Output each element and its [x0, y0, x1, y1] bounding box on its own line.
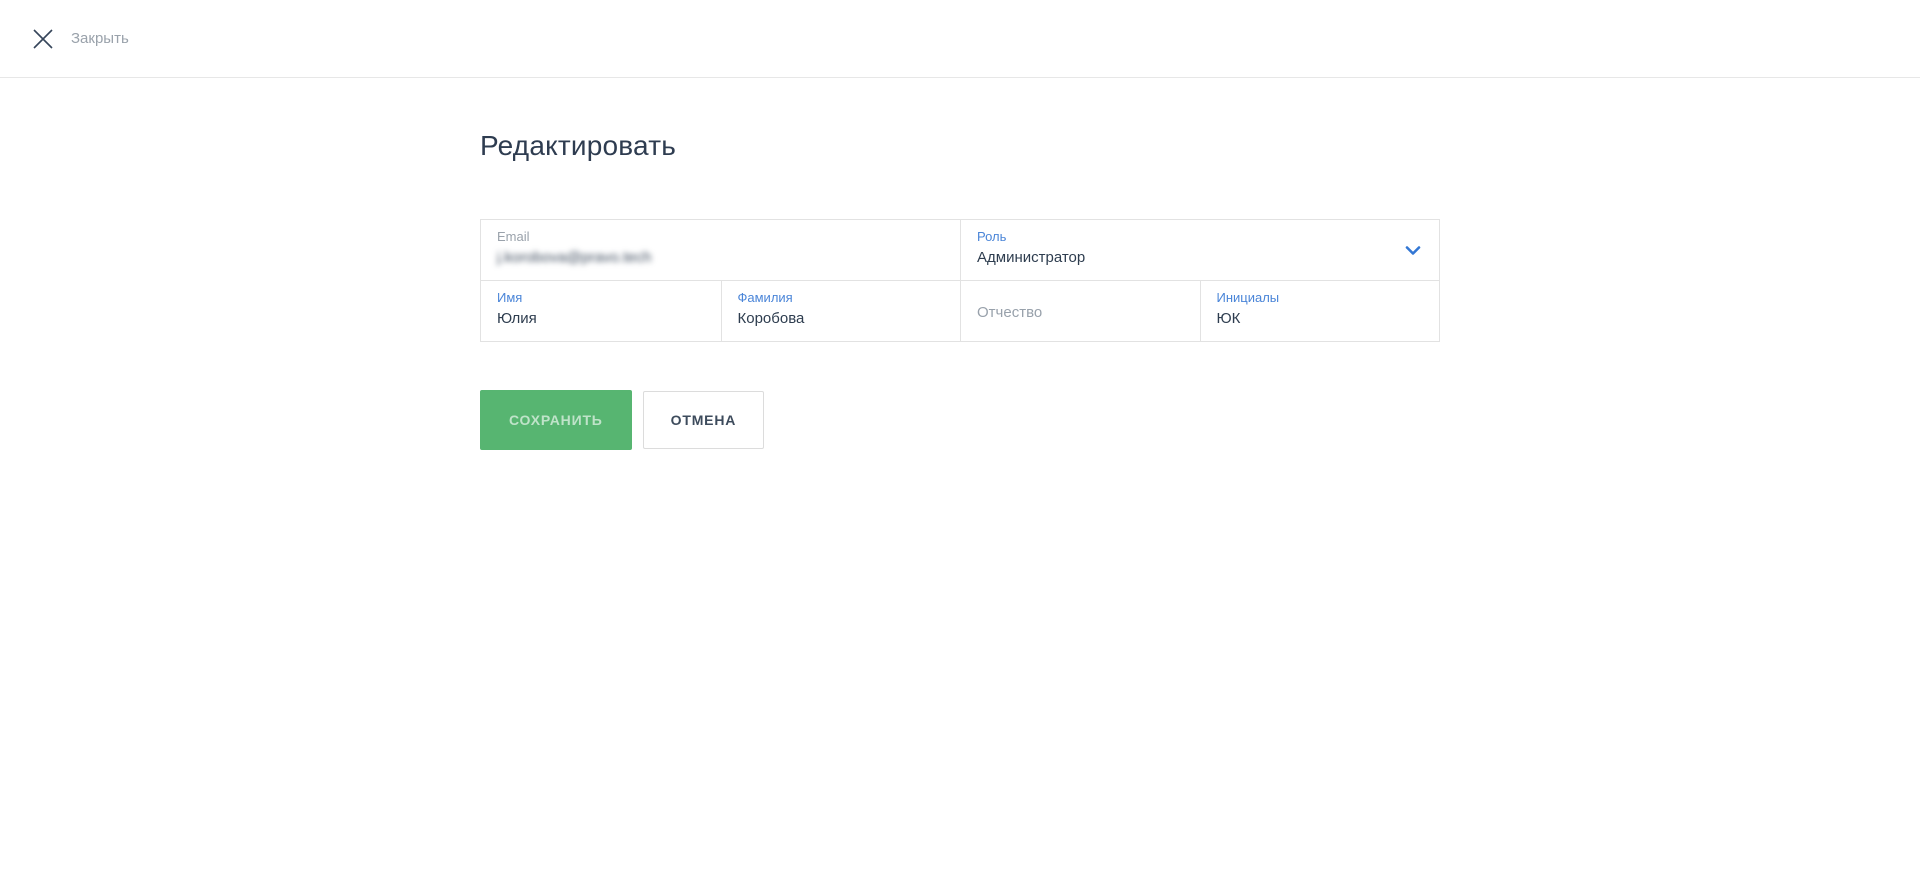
save-button[interactable]: СОХРАНИТЬ — [480, 390, 632, 450]
edit-user-page: { "header": { "close_label": "Закрыть" }… — [0, 0, 1920, 878]
cancel-button[interactable]: ОТМЕНА — [642, 391, 765, 449]
close-button-label: Закрыть — [71, 30, 129, 47]
page-title: Редактировать — [480, 130, 677, 161]
email-label: Email — [497, 229, 530, 244]
role-value: Администратор — [977, 249, 1086, 266]
last-name-input[interactable] — [737, 309, 944, 329]
form-row-2: Имя Фамилия Инициалы — [481, 280, 1439, 341]
first-name-input[interactable] — [497, 309, 705, 329]
last-name-field: Фамилия — [720, 281, 961, 341]
last-name-label: Фамилия — [737, 290, 793, 305]
email-value: j.korobova@pravo.tech — [497, 249, 652, 266]
first-name-field: Имя — [481, 281, 721, 341]
top-bar: Закрыть — [0, 0, 1920, 78]
chevron-down-icon — [1401, 238, 1425, 262]
form-actions: СОХРАНИТЬ ОТМЕНА — [480, 390, 1920, 450]
edit-user-form: Email j.korobova@pravo.tech Роль Админис… — [480, 219, 1440, 342]
close-button[interactable]: Закрыть — [32, 28, 129, 50]
role-label: Роль — [977, 229, 1007, 244]
form-row-1: Email j.korobova@pravo.tech Роль Админис… — [481, 220, 1439, 280]
close-x-icon — [32, 28, 54, 50]
middle-name-input[interactable] — [977, 302, 1184, 323]
middle-name-field — [960, 281, 1200, 341]
email-field: Email j.korobova@pravo.tech — [481, 220, 960, 280]
initials-input[interactable] — [1216, 309, 1423, 329]
initials-field: Инициалы — [1199, 281, 1440, 341]
role-select[interactable]: Роль Администратор — [960, 220, 1439, 280]
initials-label: Инициалы — [1216, 290, 1280, 305]
main-content: Редактировать Email j.korobova@pravo.tec… — [0, 130, 1920, 450]
first-name-label: Имя — [497, 290, 523, 305]
